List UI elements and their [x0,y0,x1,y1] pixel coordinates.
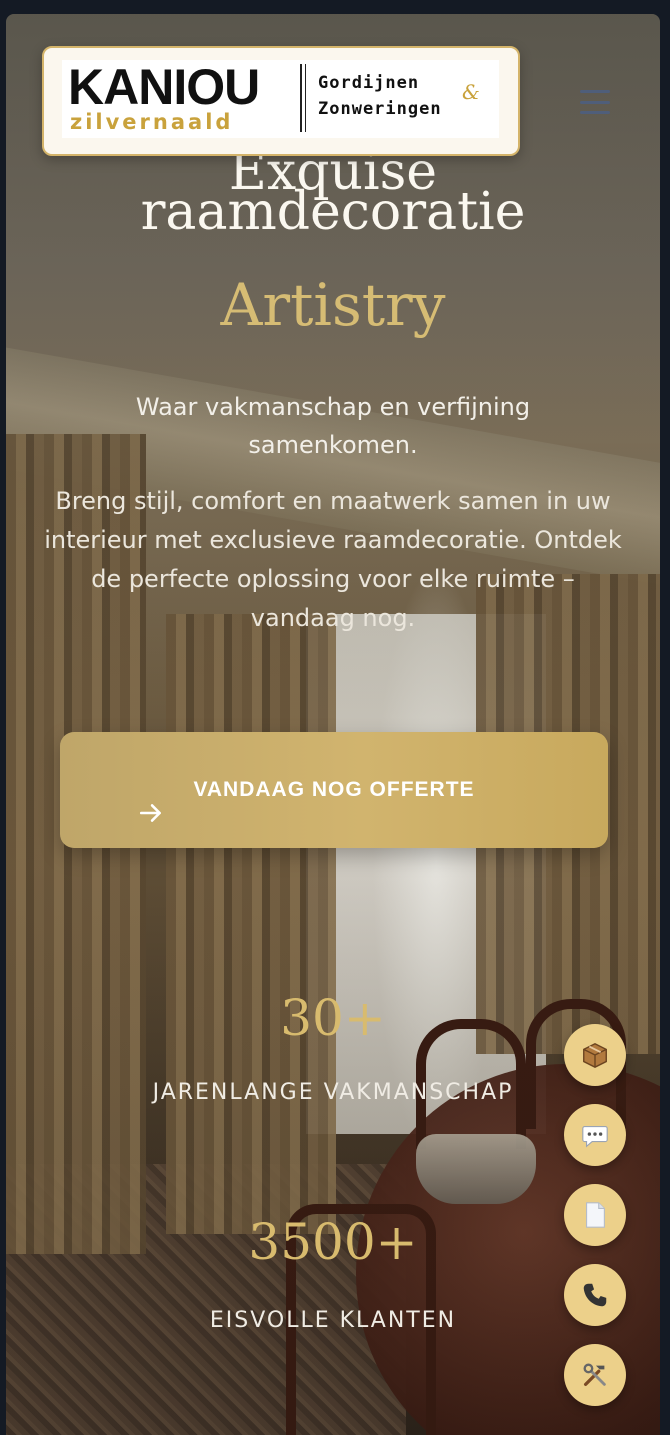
phone-icon[interactable] [564,1264,626,1326]
stat-years-value: 30+ [280,989,386,1047]
logo-brand: KANIOU [68,59,260,115]
hero-title-line2: raamdecoratie [140,182,526,242]
logo-tagline: Gordijnen Zonweringen [318,70,442,122]
quote-cta-button[interactable]: VANDAAG NOG OFFERTE [60,732,608,848]
page-viewport: Exquise raamdecoratie Artistry Waar vakm… [6,14,660,1435]
document-icon[interactable] [564,1184,626,1246]
hero-lead: Waar vakmanschap en verfijning samenkome… [135,393,531,459]
cta-label: VANDAAG NOG OFFERTE [193,778,475,801]
chat-icon[interactable] [564,1104,626,1166]
logo-divider [300,64,306,132]
logo-tagline-line1: Gordijnen [318,73,420,93]
package-icon[interactable] [564,1024,626,1086]
stat-years-label: JARENLANGE VAKMANSCHAP [152,1080,514,1105]
stat-clients-value: 3500+ [248,1213,418,1271]
arrow-right-icon [139,804,161,822]
tools-icon[interactable] [564,1344,626,1406]
logo-subbrand: zilvernaald [70,110,234,134]
hero-description: Breng stijl, comfort en maatwerk samen i… [44,487,622,632]
logo-ampersand: & [462,80,480,104]
logo-card[interactable]: KANIOU zilvernaald Gordijnen Zonweringen… [42,46,520,156]
stat-clients-label: EISVOLLE KLANTEN [209,1308,457,1333]
logo: KANIOU zilvernaald Gordijnen Zonweringen… [62,60,499,138]
hero-accent-text: Artistry [220,271,446,339]
hamburger-icon[interactable] [580,90,610,114]
logo-tagline-line2: Zonweringen [318,99,442,119]
